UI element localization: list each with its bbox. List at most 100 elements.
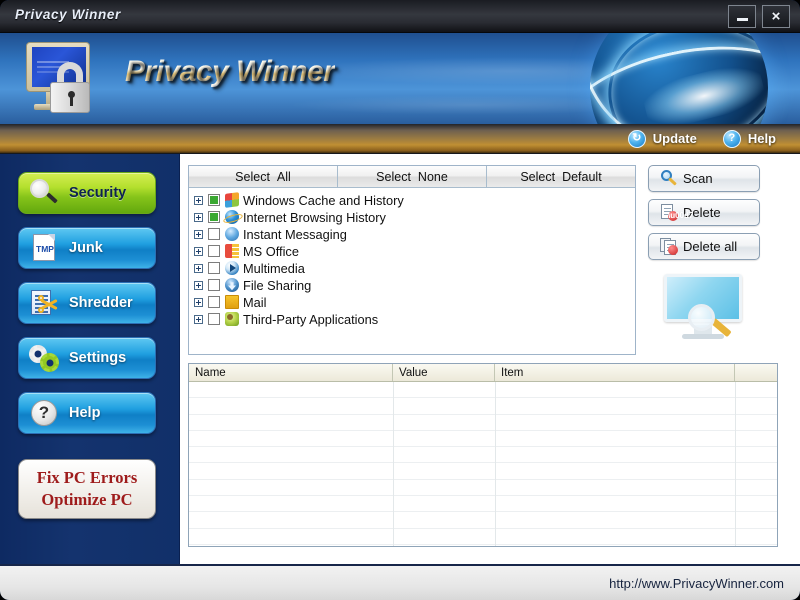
column-header-item[interactable]: Item: [495, 364, 735, 381]
category-checkbox[interactable]: [208, 296, 220, 309]
table-row[interactable]: [189, 463, 777, 480]
delete-all-button[interactable]: Delete all: [648, 233, 760, 260]
sidebar-item-settings[interactable]: Settings: [18, 337, 156, 379]
action-buttons: Scan \u00d7 Delete Delete all: [648, 165, 778, 344]
scan-button[interactable]: Scan: [648, 165, 760, 192]
sidebar-item-security[interactable]: Security: [18, 172, 156, 214]
column-divider: [735, 382, 736, 546]
table-row[interactable]: [189, 431, 777, 448]
tree-item-label: Internet Browsing History: [243, 209, 386, 225]
tree-item[interactable]: Internet Browsing History: [194, 209, 635, 226]
sidebar-item-label: Security: [69, 185, 127, 201]
tree-item-label: Third-Party Applications: [243, 311, 379, 327]
internet-explorer-icon: [225, 210, 239, 225]
select-none-prefix: Select: [376, 169, 411, 184]
category-checkbox[interactable]: [208, 228, 220, 241]
category-checkbox[interactable]: [208, 313, 220, 326]
sidebar-item-junk[interactable]: TMP Junk: [18, 227, 156, 269]
table-row[interactable]: [189, 480, 777, 497]
table-row[interactable]: [189, 496, 777, 513]
results-table: Name Value Item: [188, 363, 778, 547]
tree-item[interactable]: Multimedia: [194, 260, 635, 277]
monitor-scan-icon: [660, 274, 746, 344]
table-row[interactable]: [189, 382, 777, 399]
sidebar-item-label: Junk: [69, 240, 103, 256]
table-row[interactable]: [189, 529, 777, 545]
delete-all-label: Delete all: [683, 239, 738, 254]
promo-line-2: Optimize PC: [41, 490, 133, 509]
close-icon: ×: [771, 8, 781, 25]
category-checkbox[interactable]: [208, 194, 220, 207]
expand-icon[interactable]: [194, 263, 203, 273]
select-default-prefix: Select: [520, 169, 556, 184]
tree-item[interactable]: Mail: [194, 294, 635, 311]
scan-monitor-base: [682, 334, 724, 339]
shredder-icon: [29, 288, 59, 318]
expand-icon[interactable]: [194, 246, 203, 256]
expand-icon[interactable]: [194, 212, 203, 222]
category-tree-panel: Select All Select None Select Default Wi…: [188, 165, 636, 355]
category-checkbox[interactable]: [208, 262, 220, 275]
expand-icon[interactable]: [194, 280, 203, 290]
table-row[interactable]: [189, 398, 777, 415]
lock-keyhole-icon: [68, 91, 75, 106]
tree-item-label: Mail: [243, 294, 267, 310]
tree-item[interactable]: Windows Cache and History: [194, 192, 635, 209]
sidebar: Security TMP Junk Shredder Settings ? He…: [0, 154, 180, 564]
refresh-icon: ↻: [627, 129, 646, 148]
sidebar-item-label: Shredder: [69, 295, 133, 311]
table-row[interactable]: [189, 415, 777, 431]
category-checkbox[interactable]: [208, 245, 220, 258]
select-all-button[interactable]: Select All: [189, 166, 338, 187]
close-button[interactable]: ×: [762, 5, 790, 28]
expand-icon[interactable]: [194, 314, 203, 324]
table-row[interactable]: [189, 512, 777, 529]
select-none-suffix: None: [417, 169, 448, 184]
mail-envelope-icon: [225, 295, 239, 310]
main-panel: Select All Select None Select Default Wi…: [180, 154, 800, 564]
delete-button[interactable]: \u00d7 Delete: [648, 199, 760, 226]
tree-item[interactable]: Instant Messaging: [194, 226, 635, 243]
question-mark-icon: ?: [29, 398, 59, 428]
update-button[interactable]: ↻ Update: [627, 129, 697, 148]
table-row[interactable]: [189, 447, 777, 464]
column-header-value[interactable]: Value: [393, 364, 495, 381]
website-url: http://www.PrivacyWinner.com: [609, 575, 784, 591]
promo-line-1: Fix PC Errors: [36, 467, 138, 487]
sidebar-item-label: Settings: [69, 350, 127, 366]
tmp-file-icon: TMP: [29, 233, 59, 263]
magnifier-icon: [29, 178, 59, 208]
category-checkbox[interactable]: [208, 211, 220, 224]
ms-office-icon: [225, 244, 239, 259]
window-controls: ×: [728, 5, 790, 28]
tree-item[interactable]: File Sharing: [194, 277, 635, 294]
expand-icon[interactable]: [194, 195, 203, 205]
footer-bar: http://www.PrivacyWinner.com: [0, 564, 800, 600]
sidebar-item-shredder[interactable]: Shredder: [18, 282, 156, 324]
expand-icon[interactable]: [194, 297, 203, 307]
tree-item[interactable]: Third-Party Applications: [194, 311, 635, 328]
fix-pc-errors-promo-button[interactable]: Fix PC Errors Optimize PC: [18, 459, 156, 519]
app-window: Privacy Winner × Privacy Winner ↻ Update…: [0, 0, 800, 600]
select-default-button[interactable]: Select Default: [487, 166, 635, 187]
category-checkbox[interactable]: [208, 279, 220, 292]
tree-item[interactable]: MS Office: [194, 243, 635, 260]
select-default-suffix: Default: [562, 169, 602, 184]
help-toolbar-button[interactable]: ? Help: [722, 129, 776, 148]
tree-item-label: Multimedia: [243, 260, 305, 276]
select-none-button[interactable]: Select None: [338, 166, 487, 187]
column-header-name[interactable]: Name: [189, 364, 393, 381]
results-body: [189, 382, 777, 546]
column-header-extra[interactable]: [735, 364, 777, 381]
sidebar-item-help[interactable]: ? Help: [18, 392, 156, 434]
expand-icon[interactable]: [194, 229, 203, 239]
instant-messaging-icon: [225, 227, 239, 242]
tree-item-label: MS Office: [243, 243, 299, 259]
title-bar: Privacy Winner ×: [0, 0, 800, 33]
help-label: Help: [747, 131, 776, 146]
multimedia-player-icon: [225, 261, 239, 276]
scan-label: Scan: [683, 171, 713, 186]
tree-item-label: Instant Messaging: [243, 226, 347, 242]
minimize-button[interactable]: [728, 5, 756, 28]
column-divider: [495, 382, 496, 546]
